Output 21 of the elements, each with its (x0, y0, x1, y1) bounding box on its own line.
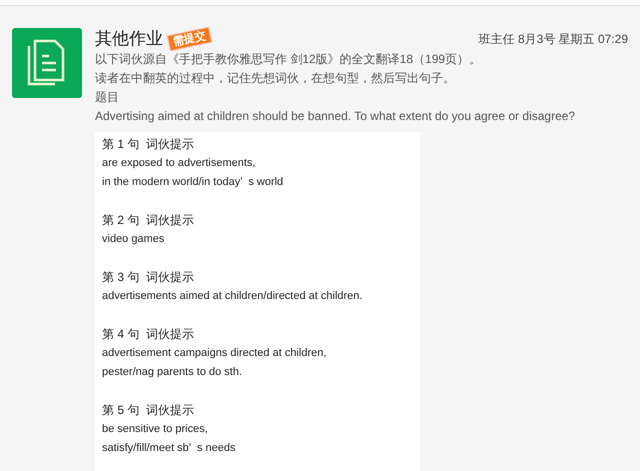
hint-heading: 第 1 句 词伙提示 (102, 136, 196, 153)
post-text: Advertising aimed at children should be banned. To what extent do you agree or disagree? (95, 108, 576, 125)
hint-heading: 第 5 句 词伙提示 (102, 402, 196, 419)
post-text: 读者在中翻英的过程中，记住先想词伙，在想句型，然后写出句子。 (95, 70, 456, 87)
post-meta: 班主任 8月3号 星期五 07:29 (478, 31, 628, 48)
post-text: 以下词伙源自《手把手教你雅思写作 剑12版》的全文翻译18（199页）。 (95, 51, 482, 68)
hint-heading: 第 4 句 词伙提示 (102, 326, 196, 343)
hint-line: be sensitive to prices, (102, 422, 209, 437)
hint-line: video games (102, 232, 166, 247)
hint-heading: 第 3 句 词伙提示 (102, 269, 196, 286)
hint-heading: 第 2 句 词伙提示 (102, 212, 196, 229)
post-text: 题目 (95, 89, 120, 106)
document-icon (12, 28, 82, 98)
hint-line: in the modern world/in today’ s world (102, 175, 284, 190)
hint-line: advertisements aimed at children/directed at children. (102, 289, 364, 304)
hint-line: are exposed to advertisements, (102, 156, 256, 171)
hint-line: pester/nag parents to do sth. (102, 365, 244, 380)
post-title: 其他作业 (95, 28, 163, 50)
submit-badge: 需提交 (166, 26, 212, 52)
hint-line: satisfy/fill/meet sb’ s needs (102, 441, 236, 456)
hint-line: advertisement campaigns directed at children, (102, 346, 328, 361)
